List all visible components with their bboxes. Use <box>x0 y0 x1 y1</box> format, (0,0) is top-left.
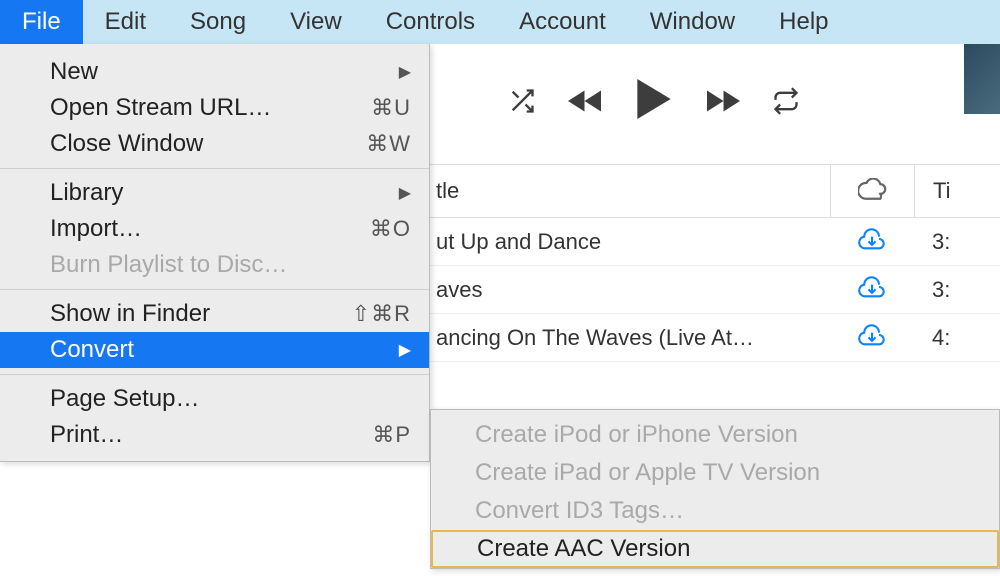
menubar: File Edit Song View Controls Account Win… <box>0 0 1000 44</box>
menu-item-label: Create iPad or Apple TV Version <box>475 459 820 487</box>
menu-separator <box>0 289 429 290</box>
column-header-cloud[interactable] <box>830 165 914 217</box>
keyboard-shortcut: ⌘O <box>370 216 411 242</box>
menu-item-open-stream-url[interactable]: Open Stream URL… ⌘U <box>0 90 429 126</box>
menu-item-page-setup[interactable]: Page Setup… <box>0 381 429 417</box>
menu-edit[interactable]: Edit <box>83 0 168 44</box>
table-row[interactable]: ancing On The Waves (Live At… 4: <box>430 314 1000 362</box>
song-title: aves <box>430 277 830 303</box>
menu-item-label: Open Stream URL… <box>50 94 271 122</box>
column-header-time[interactable]: Ti <box>914 165 1000 217</box>
menu-item-label: Create iPod or iPhone Version <box>475 421 798 449</box>
menu-separator <box>0 374 429 375</box>
menu-item-library[interactable]: Library ▶ <box>0 175 429 211</box>
song-duration: 3: <box>914 229 1000 255</box>
repeat-icon[interactable] <box>772 87 800 122</box>
album-art-thumbnail[interactable] <box>964 44 1000 114</box>
file-menu-dropdown: New ▶ Open Stream URL… ⌘U Close Window ⌘… <box>0 44 430 462</box>
menu-item-label: Create AAC Version <box>477 535 690 563</box>
menu-item-label: Burn Playlist to Disc… <box>50 251 287 279</box>
cloud-icon <box>858 176 888 207</box>
menu-item-import[interactable]: Import… ⌘O <box>0 211 429 247</box>
menu-item-label: Library <box>50 179 123 207</box>
menu-item-label: Page Setup… <box>50 385 199 413</box>
chevron-right-icon: ▶ <box>399 183 411 203</box>
menu-item-label: Close Window <box>50 130 203 158</box>
fast-forward-icon[interactable] <box>704 87 740 122</box>
chevron-right-icon: ▶ <box>399 62 411 82</box>
cloud-download-icon[interactable] <box>830 226 914 258</box>
submenu-item-convert-id3-tags: Convert ID3 Tags… <box>431 492 999 530</box>
table-row[interactable]: aves 3: <box>430 266 1000 314</box>
submenu-item-create-ipad-version: Create iPad or Apple TV Version <box>431 454 999 492</box>
cloud-download-icon[interactable] <box>830 322 914 354</box>
keyboard-shortcut: ⌘P <box>372 422 411 448</box>
menu-item-label: Show in Finder <box>50 300 210 328</box>
menu-item-burn-playlist: Burn Playlist to Disc… <box>0 247 429 283</box>
menu-file[interactable]: File <box>0 0 83 44</box>
menu-item-print[interactable]: Print… ⌘P <box>0 417 429 453</box>
chevron-right-icon: ▶ <box>399 340 411 360</box>
table-row[interactable]: ut Up and Dance 3: <box>430 218 1000 266</box>
menu-help[interactable]: Help <box>757 0 850 44</box>
column-header-title[interactable]: tle <box>430 178 830 204</box>
menu-account[interactable]: Account <box>497 0 628 44</box>
song-duration: 4: <box>914 325 1000 351</box>
rewind-icon[interactable] <box>568 87 604 122</box>
menu-view[interactable]: View <box>268 0 364 44</box>
convert-submenu: Create iPod or iPhone Version Create iPa… <box>430 409 1000 569</box>
song-title: ut Up and Dance <box>430 229 830 255</box>
menu-item-new[interactable]: New ▶ <box>0 54 429 90</box>
play-icon[interactable] <box>636 79 672 129</box>
playback-controls <box>430 44 1000 164</box>
table-header: tle Ti <box>430 164 1000 218</box>
keyboard-shortcut: ⌘W <box>366 131 411 157</box>
menu-item-show-in-finder[interactable]: Show in Finder ⇧⌘R <box>0 296 429 332</box>
shuffle-icon[interactable] <box>508 87 536 122</box>
menu-item-close-window[interactable]: Close Window ⌘W <box>0 126 429 162</box>
menu-item-label: Convert ID3 Tags… <box>475 497 684 525</box>
menu-item-label: Import… <box>50 215 142 243</box>
song-duration: 3: <box>914 277 1000 303</box>
menu-controls[interactable]: Controls <box>364 0 497 44</box>
keyboard-shortcut: ⌘U <box>371 95 411 121</box>
menu-item-label: New <box>50 58 98 86</box>
menu-song[interactable]: Song <box>168 0 268 44</box>
menu-item-convert[interactable]: Convert ▶ <box>0 332 429 368</box>
song-title: ancing On The Waves (Live At… <box>430 325 830 351</box>
submenu-item-create-aac-version[interactable]: Create AAC Version <box>431 530 999 568</box>
submenu-item-create-ipod-version: Create iPod or iPhone Version <box>431 416 999 454</box>
menu-item-label: Print… <box>50 421 123 449</box>
cloud-download-icon[interactable] <box>830 274 914 306</box>
menu-item-label: Convert <box>50 336 134 364</box>
menu-separator <box>0 168 429 169</box>
keyboard-shortcut: ⇧⌘R <box>352 301 411 327</box>
menu-window[interactable]: Window <box>628 0 757 44</box>
